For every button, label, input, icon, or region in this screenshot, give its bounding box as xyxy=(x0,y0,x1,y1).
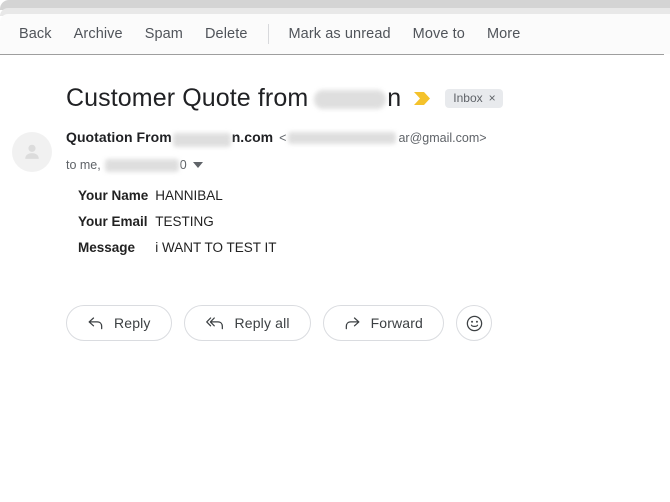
toolbar-move-to-button[interactable]: Move to xyxy=(402,22,476,46)
subject-row: Customer Quote from n Inbox × xyxy=(66,81,503,115)
page-title: Customer Quote from n xyxy=(66,84,401,113)
sender-name-before: Quotation From xyxy=(66,129,172,145)
reply-button[interactable]: Reply xyxy=(66,305,172,341)
message-body: Your Name HANNIBAL Your Email TESTING Me… xyxy=(78,188,277,267)
toolbar-archive-button[interactable]: Archive xyxy=(63,22,134,46)
reply-all-arrow-icon xyxy=(205,316,225,331)
label-chip-text: Inbox xyxy=(453,90,483,105)
reply-all-button-label: Reply all xyxy=(234,315,290,331)
body-row: Your Email TESTING xyxy=(78,213,277,241)
person-avatar-icon xyxy=(25,144,39,159)
toolbar-back-button[interactable]: Back xyxy=(8,22,63,46)
recipients-prefix: to me, xyxy=(66,158,101,172)
important-marker-icon[interactable] xyxy=(413,91,431,106)
body-row: Message i WANT TO TEST IT xyxy=(78,239,277,267)
add-reaction-button[interactable] xyxy=(456,305,492,341)
label-chip-inbox[interactable]: Inbox × xyxy=(445,88,503,108)
sender-email-suffix: ar@gmail.com> xyxy=(398,131,487,145)
body-value-your-name: HANNIBAL xyxy=(155,188,223,203)
reply-arrow-icon xyxy=(87,316,104,331)
toolbar-separator xyxy=(267,24,269,44)
forward-arrow-icon xyxy=(344,316,361,331)
body-value-your-email: TESTING xyxy=(155,213,214,229)
redacted-recipient xyxy=(104,158,179,172)
sender-name-after: n.com xyxy=(231,129,274,145)
close-icon[interactable]: × xyxy=(489,92,496,104)
forward-button[interactable]: Forward xyxy=(322,305,444,341)
subject-text-before: Customer Quote from xyxy=(66,83,309,112)
sender-block: Quotation From n.com < ar@gmail.com> to me… xyxy=(66,129,487,173)
redacted-sender-name xyxy=(172,133,231,148)
reply-all-button[interactable]: Reply all xyxy=(183,305,311,341)
sender-email-address: < ar@gmail.com> xyxy=(279,130,486,145)
recipients-line[interactable]: to me, 0 xyxy=(66,157,487,173)
avatar[interactable] xyxy=(12,132,52,172)
redacted-subject-sender xyxy=(314,90,387,110)
recipients-suffix: 0 xyxy=(179,158,187,172)
sender-name: Quotation From n.com xyxy=(66,129,274,148)
body-row: Your Name HANNIBAL xyxy=(78,188,277,215)
toolbar-delete-button[interactable]: Delete xyxy=(194,22,259,46)
toolbar-spam-button[interactable]: Spam xyxy=(134,22,194,46)
sender-email-open: < xyxy=(279,131,287,145)
redacted-sender-email xyxy=(288,132,397,144)
smiley-face-icon xyxy=(466,315,482,331)
toolbar-mark-as-unread-button[interactable]: Mark as unread xyxy=(278,22,402,46)
body-label-your-name: Your Name xyxy=(78,188,149,203)
toolbar-more-button[interactable]: More xyxy=(476,22,531,46)
message-pane: Customer Quote from n Inbox × Quotation F… xyxy=(0,55,670,502)
chevron-down-icon[interactable] xyxy=(192,162,203,168)
body-label-message: Message xyxy=(78,239,136,255)
body-value-message: i WANT TO TEST IT xyxy=(155,239,277,255)
message-toolbar: Back Archive Spam Delete Mark as unread … xyxy=(0,14,670,54)
sender-line: Quotation From n.com < ar@gmail.com> xyxy=(66,129,487,149)
body-label-your-email: Your Email xyxy=(78,213,148,229)
subject-text-after: n xyxy=(387,83,402,112)
forward-button-label: Forward xyxy=(370,315,423,331)
reply-button-label: Reply xyxy=(114,315,151,331)
message-actions: Reply Reply all Forward xyxy=(66,305,492,341)
